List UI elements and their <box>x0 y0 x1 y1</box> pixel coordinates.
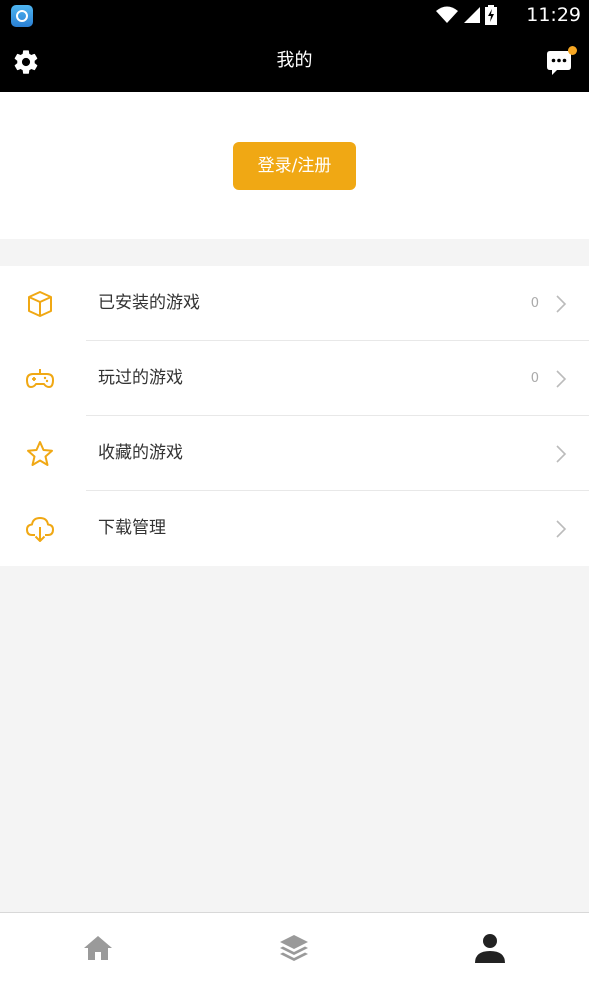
menu-item-label: 玩过的游戏 <box>98 368 183 388</box>
menu-item-label: 下载管理 <box>98 518 166 538</box>
menu-item-played-games[interactable]: 玩过的游戏 0 <box>0 341 589 416</box>
menu-item-label: 收藏的游戏 <box>98 443 183 463</box>
status-bar: 11:29 <box>0 0 589 30</box>
box-icon <box>28 291 52 317</box>
menu-item-label: 已安装的游戏 <box>98 293 200 313</box>
home-icon <box>84 935 112 960</box>
menu-item-installed-games[interactable]: 已安装的游戏 0 <box>0 266 589 341</box>
status-time: 11:29 <box>526 4 581 26</box>
login-register-button[interactable]: 登录/注册 <box>233 142 356 190</box>
menu-item-download-manager[interactable]: 下载管理 <box>0 491 589 566</box>
menu-item-count: 0 <box>530 296 539 311</box>
top-header: 我的 <box>0 30 589 92</box>
chevron-right-icon <box>556 520 567 538</box>
signal-icon <box>464 7 480 23</box>
chevron-right-icon <box>556 370 567 388</box>
message-button[interactable] <box>543 46 577 78</box>
tab-home[interactable] <box>0 913 196 982</box>
page-title: 我的 <box>276 50 313 71</box>
status-icons <box>435 5 497 25</box>
tab-profile[interactable] <box>392 913 588 982</box>
cloud-download-icon <box>26 517 54 542</box>
battery-icon <box>485 5 497 25</box>
chevron-right-icon <box>556 445 567 463</box>
app-notification-icon <box>11 5 33 27</box>
bottom-tab-bar <box>0 912 589 982</box>
layers-icon <box>280 934 308 961</box>
star-icon <box>27 441 53 466</box>
menu-item-favorite-games[interactable]: 收藏的游戏 <box>0 416 589 491</box>
gamepad-icon <box>26 369 54 388</box>
menu-item-count: 0 <box>530 371 539 386</box>
chevron-right-icon <box>556 295 567 313</box>
unread-badge <box>568 46 577 55</box>
menu-list: 已安装的游戏 0 玩过的游戏 0 收藏的游戏 下载管理 <box>0 266 589 566</box>
login-section: 登录/注册 <box>0 92 589 239</box>
tab-categories[interactable] <box>196 913 392 982</box>
wifi-icon <box>436 6 458 23</box>
user-icon <box>475 933 505 963</box>
